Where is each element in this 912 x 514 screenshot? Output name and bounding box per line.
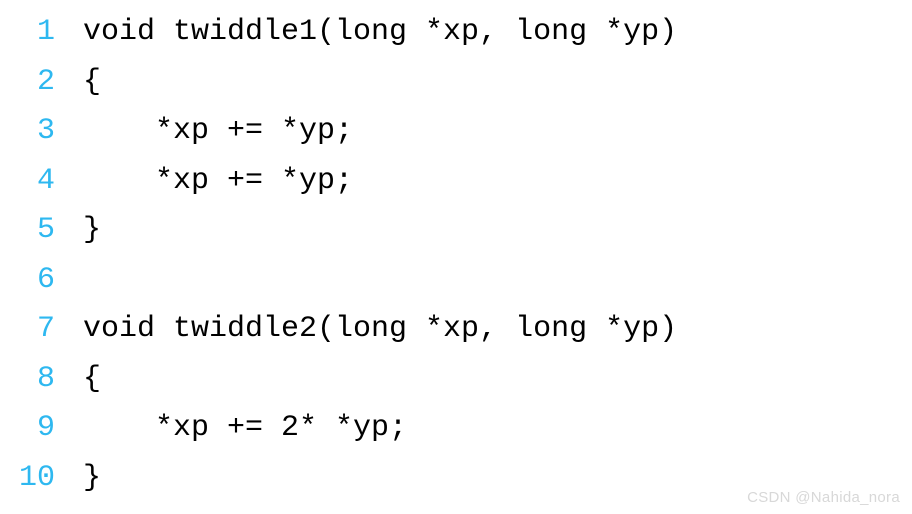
line-number: 6 (0, 256, 55, 306)
line-number: 8 (0, 355, 55, 405)
line-number: 2 (0, 58, 55, 108)
code-line: 1 void twiddle1(long *xp, long *yp) (0, 8, 912, 58)
code-line: 5 } (0, 206, 912, 256)
code-text: } (55, 454, 101, 504)
code-text: { (55, 355, 101, 405)
line-number: 5 (0, 206, 55, 256)
code-text: *xp += 2* *yp; (55, 404, 407, 454)
code-text: { (55, 58, 101, 108)
code-text: void twiddle2(long *xp, long *yp) (55, 305, 677, 355)
line-number: 4 (0, 157, 55, 207)
line-number: 1 (0, 8, 55, 58)
code-line: 9 *xp += 2* *yp; (0, 404, 912, 454)
code-text: void twiddle1(long *xp, long *yp) (55, 8, 677, 58)
code-line: 6 (0, 256, 912, 306)
watermark: CSDN @Nahida_nora (747, 489, 900, 506)
line-number: 3 (0, 107, 55, 157)
code-text: *xp += *yp; (55, 157, 353, 207)
code-line: 3 *xp += *yp; (0, 107, 912, 157)
code-line: 2 { (0, 58, 912, 108)
code-text: *xp += *yp; (55, 107, 353, 157)
code-block: 1 void twiddle1(long *xp, long *yp) 2 { … (0, 8, 912, 503)
line-number: 7 (0, 305, 55, 355)
code-line: 4 *xp += *yp; (0, 157, 912, 207)
line-number: 10 (0, 454, 55, 504)
code-line: 8 { (0, 355, 912, 405)
line-number: 9 (0, 404, 55, 454)
code-text: } (55, 206, 101, 256)
code-line: 7 void twiddle2(long *xp, long *yp) (0, 305, 912, 355)
